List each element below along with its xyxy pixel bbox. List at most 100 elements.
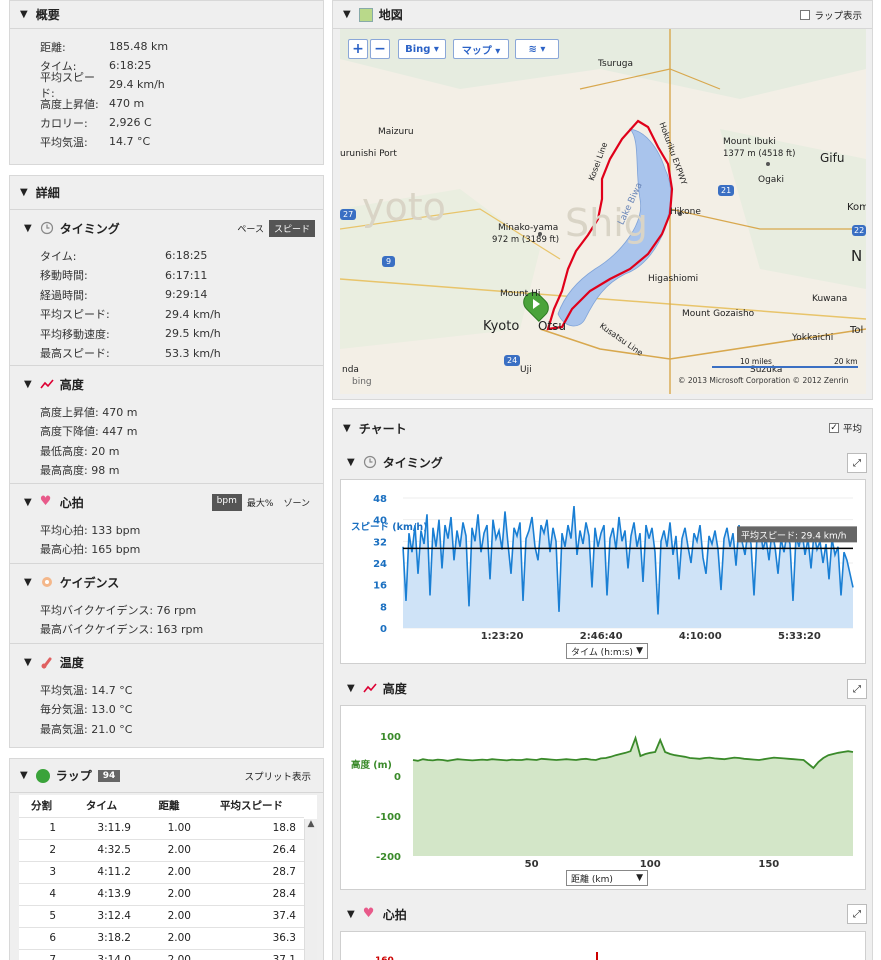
map-header[interactable]: ▼ 地図 ラップ表示 — [333, 1, 872, 29]
average-checkbox[interactable]: ✓ 平均 — [828, 421, 862, 435]
scroll-up-arrow-icon[interactable]: ▲ — [305, 819, 317, 829]
cadence-header[interactable]: ▼ ケイデンス — [10, 564, 323, 600]
lap-col-header[interactable]: 平均スピード — [199, 795, 304, 818]
map-label: Higashiomi — [648, 274, 699, 284]
collapse-triangle-icon[interactable]: ▼ — [347, 457, 355, 468]
expand-icon[interactable]: ⤢ — [847, 904, 867, 924]
collapse-triangle-icon[interactable]: ▼ — [20, 770, 28, 781]
elevation-row: 高度上昇値: 470 m — [40, 405, 138, 419]
lap-cell: 28.4 — [199, 883, 304, 906]
lap-row[interactable]: 5 3:12.4 2.00 37.4 — [19, 905, 304, 928]
summary-header[interactable]: ▼ 概要 — [10, 1, 323, 29]
lap-cell: 1.00 — [139, 817, 199, 840]
route-shield: 9 — [382, 256, 396, 267]
zone-toggle-option[interactable]: ゾーン — [278, 494, 315, 511]
collapse-triangle-icon[interactable]: ▼ — [20, 187, 28, 198]
lap-row[interactable]: 6 3:18.2 2.00 36.3 — [19, 927, 304, 950]
lap-row[interactable]: 3 4:11.2 2.00 28.7 — [19, 861, 304, 884]
expand-icon[interactable]: ⤢ — [847, 453, 867, 473]
lap-row[interactable]: 7 3:14.0 2.00 37.1 — [19, 949, 304, 960]
y-tick-label: -100 — [376, 812, 401, 823]
collapse-triangle-icon[interactable]: ▼ — [24, 223, 32, 234]
zoom-in-button[interactable]: + — [348, 39, 368, 59]
collapse-triangle-icon[interactable]: ▼ — [347, 909, 355, 920]
elevation-header[interactable]: ▼ 高度 — [10, 366, 323, 402]
collapse-triangle-icon[interactable]: ▼ — [20, 9, 28, 20]
collapse-triangle-icon[interactable]: ▼ — [24, 379, 32, 390]
laps-scrollbar[interactable]: ▲ — [304, 819, 317, 960]
charts-header[interactable]: ▼ チャート ✓ 平均 — [333, 409, 872, 447]
zoom-out-button[interactable]: − — [370, 39, 390, 59]
cadence-icon — [41, 577, 52, 587]
collapse-triangle-icon[interactable]: ▼ — [343, 423, 351, 434]
bpm-toggle-option[interactable]: bpm — [211, 493, 242, 511]
summary-row: カロリー: 2,926 C — [40, 116, 152, 130]
collapse-triangle-icon[interactable]: ▼ — [24, 577, 32, 588]
details-title: 詳細 — [35, 186, 60, 200]
laps-icon — [35, 768, 50, 783]
lap-cell: 4:32.5 — [64, 839, 139, 862]
summary-panel: ▼ 概要 距離: 185.48 km タイム: 6:18:25 平均スピード: 29.… — [9, 0, 324, 165]
checkbox-checked-icon[interactable]: ✓ — [828, 423, 839, 433]
collapse-triangle-icon[interactable]: ▼ — [24, 497, 32, 508]
elevation-chart[interactable]: 100 0 -100 -200 高度 (m) 50 100 150 — [341, 706, 865, 868]
lap-display-checkbox[interactable]: ラップ表示 — [800, 8, 862, 22]
split-view-link[interactable]: スプリット表示 — [244, 769, 311, 783]
layers-button[interactable]: ≋ ▾ — [515, 39, 559, 59]
timing-header[interactable]: ▼ タイミング ペース スピード — [10, 210, 323, 246]
temperature-row: 最高気温: 21.0 °C — [40, 722, 133, 736]
details-header[interactable]: ▼ 詳細 — [10, 176, 323, 210]
cadence-row: 最高バイクケイデンス: 163 rpm — [40, 623, 204, 637]
temperature-row: 平均気温: 14.7 °C — [40, 683, 133, 697]
map-label: Uji — [520, 365, 532, 375]
heart-rate-chart-header[interactable]: ▼ ♥ 心拍 — [333, 899, 873, 929]
lap-row[interactable]: 4 4:13.9 2.00 28.4 — [19, 883, 304, 906]
heart-rate-header[interactable]: ▼ ♥ 心拍 bpm 最大% ゾーン — [10, 484, 323, 520]
charts-title: チャート — [358, 421, 407, 436]
map-label: 972 m (3189 ft) — [492, 235, 560, 245]
lap-cell: 26.4 — [199, 839, 304, 862]
lap-col-header[interactable]: 距離 — [139, 795, 199, 818]
route-shield: 24 — [504, 355, 521, 366]
x-axis-select[interactable]: タイム (h:m:s) ▼ — [566, 643, 648, 659]
lap-row[interactable]: 2 4:32.5 2.00 26.4 — [19, 839, 304, 862]
expand-icon[interactable]: ⤢ — [847, 679, 867, 699]
hr-unit-toggle: bpm 最大% ゾーン — [211, 493, 315, 511]
timing-chart-header[interactable]: ▼ タイミング — [333, 447, 873, 477]
lap-col-header[interactable]: タイム — [64, 795, 139, 818]
collapse-triangle-icon[interactable]: ▼ — [343, 9, 351, 20]
temperature-header[interactable]: ▼ 温度 — [10, 644, 323, 680]
y-tick-label: -200 — [376, 852, 401, 863]
x-axis-select[interactable]: 距離 (km) ▼ — [566, 870, 648, 886]
laps-table: 分割 タイム 距離 平均スピード 1 3:11.9 1.00 18.8 2 4:32.5 2… — [19, 795, 304, 960]
collapse-triangle-icon[interactable]: ▼ — [347, 683, 355, 694]
pace-toggle-option[interactable]: ペース — [232, 220, 269, 237]
timing-title: タイミング — [59, 221, 120, 236]
elevation-chart-title: 高度 — [382, 681, 407, 696]
lap-row[interactable]: 1 3:11.9 1.00 18.8 — [19, 817, 304, 840]
collapse-triangle-icon[interactable]: ▼ — [24, 657, 32, 668]
max-percent-toggle-option[interactable]: 最大% — [242, 494, 279, 511]
checkbox-box[interactable] — [800, 9, 811, 20]
x-tick-label: 100 — [640, 859, 661, 868]
heart-icon: ♥ — [39, 494, 52, 509]
map-label: N — [851, 247, 863, 265]
elevation-chart-header[interactable]: ▼ 高度 — [333, 673, 873, 703]
lap-cell: 4 — [19, 883, 64, 906]
lap-col-header[interactable]: 分割 — [19, 795, 64, 818]
lap-cell: 2.00 — [139, 861, 199, 884]
lap-cell: 2.00 — [139, 927, 199, 950]
lap-cell: 3:18.2 — [64, 927, 139, 950]
laps-header-row: 分割 タイム 距離 平均スピード — [19, 795, 304, 818]
x-tick-label: 150 — [758, 859, 779, 868]
speed-chart[interactable]: 081624324048スピード (km/h)平均スピード: 29.4 km/h… — [341, 480, 865, 640]
map-canvas[interactable]: + − Bing ▾ マップ ▾ ≋ ▾ Tsuruga Maizuru uru… — [340, 29, 866, 394]
y-tick-label: 8 — [380, 602, 387, 613]
map-type-button[interactable]: マップ ▾ — [453, 39, 509, 59]
laps-header[interactable]: ▼ ラップ 94 スプリット表示 — [10, 759, 323, 793]
laps-table-wrap: 分割 タイム 距離 平均スピード 1 3:11.9 1.00 18.8 2 4:32.5 2… — [19, 795, 317, 960]
timing-section: ▼ タイミング ペース スピード タイム: 6:18:25 移動時間: 6:17:1… — [10, 210, 323, 366]
speed-toggle-option[interactable]: スピード — [268, 219, 315, 237]
bing-provider-button[interactable]: Bing ▾ — [398, 39, 446, 59]
hr-y-tick: 160 — [375, 956, 394, 960]
